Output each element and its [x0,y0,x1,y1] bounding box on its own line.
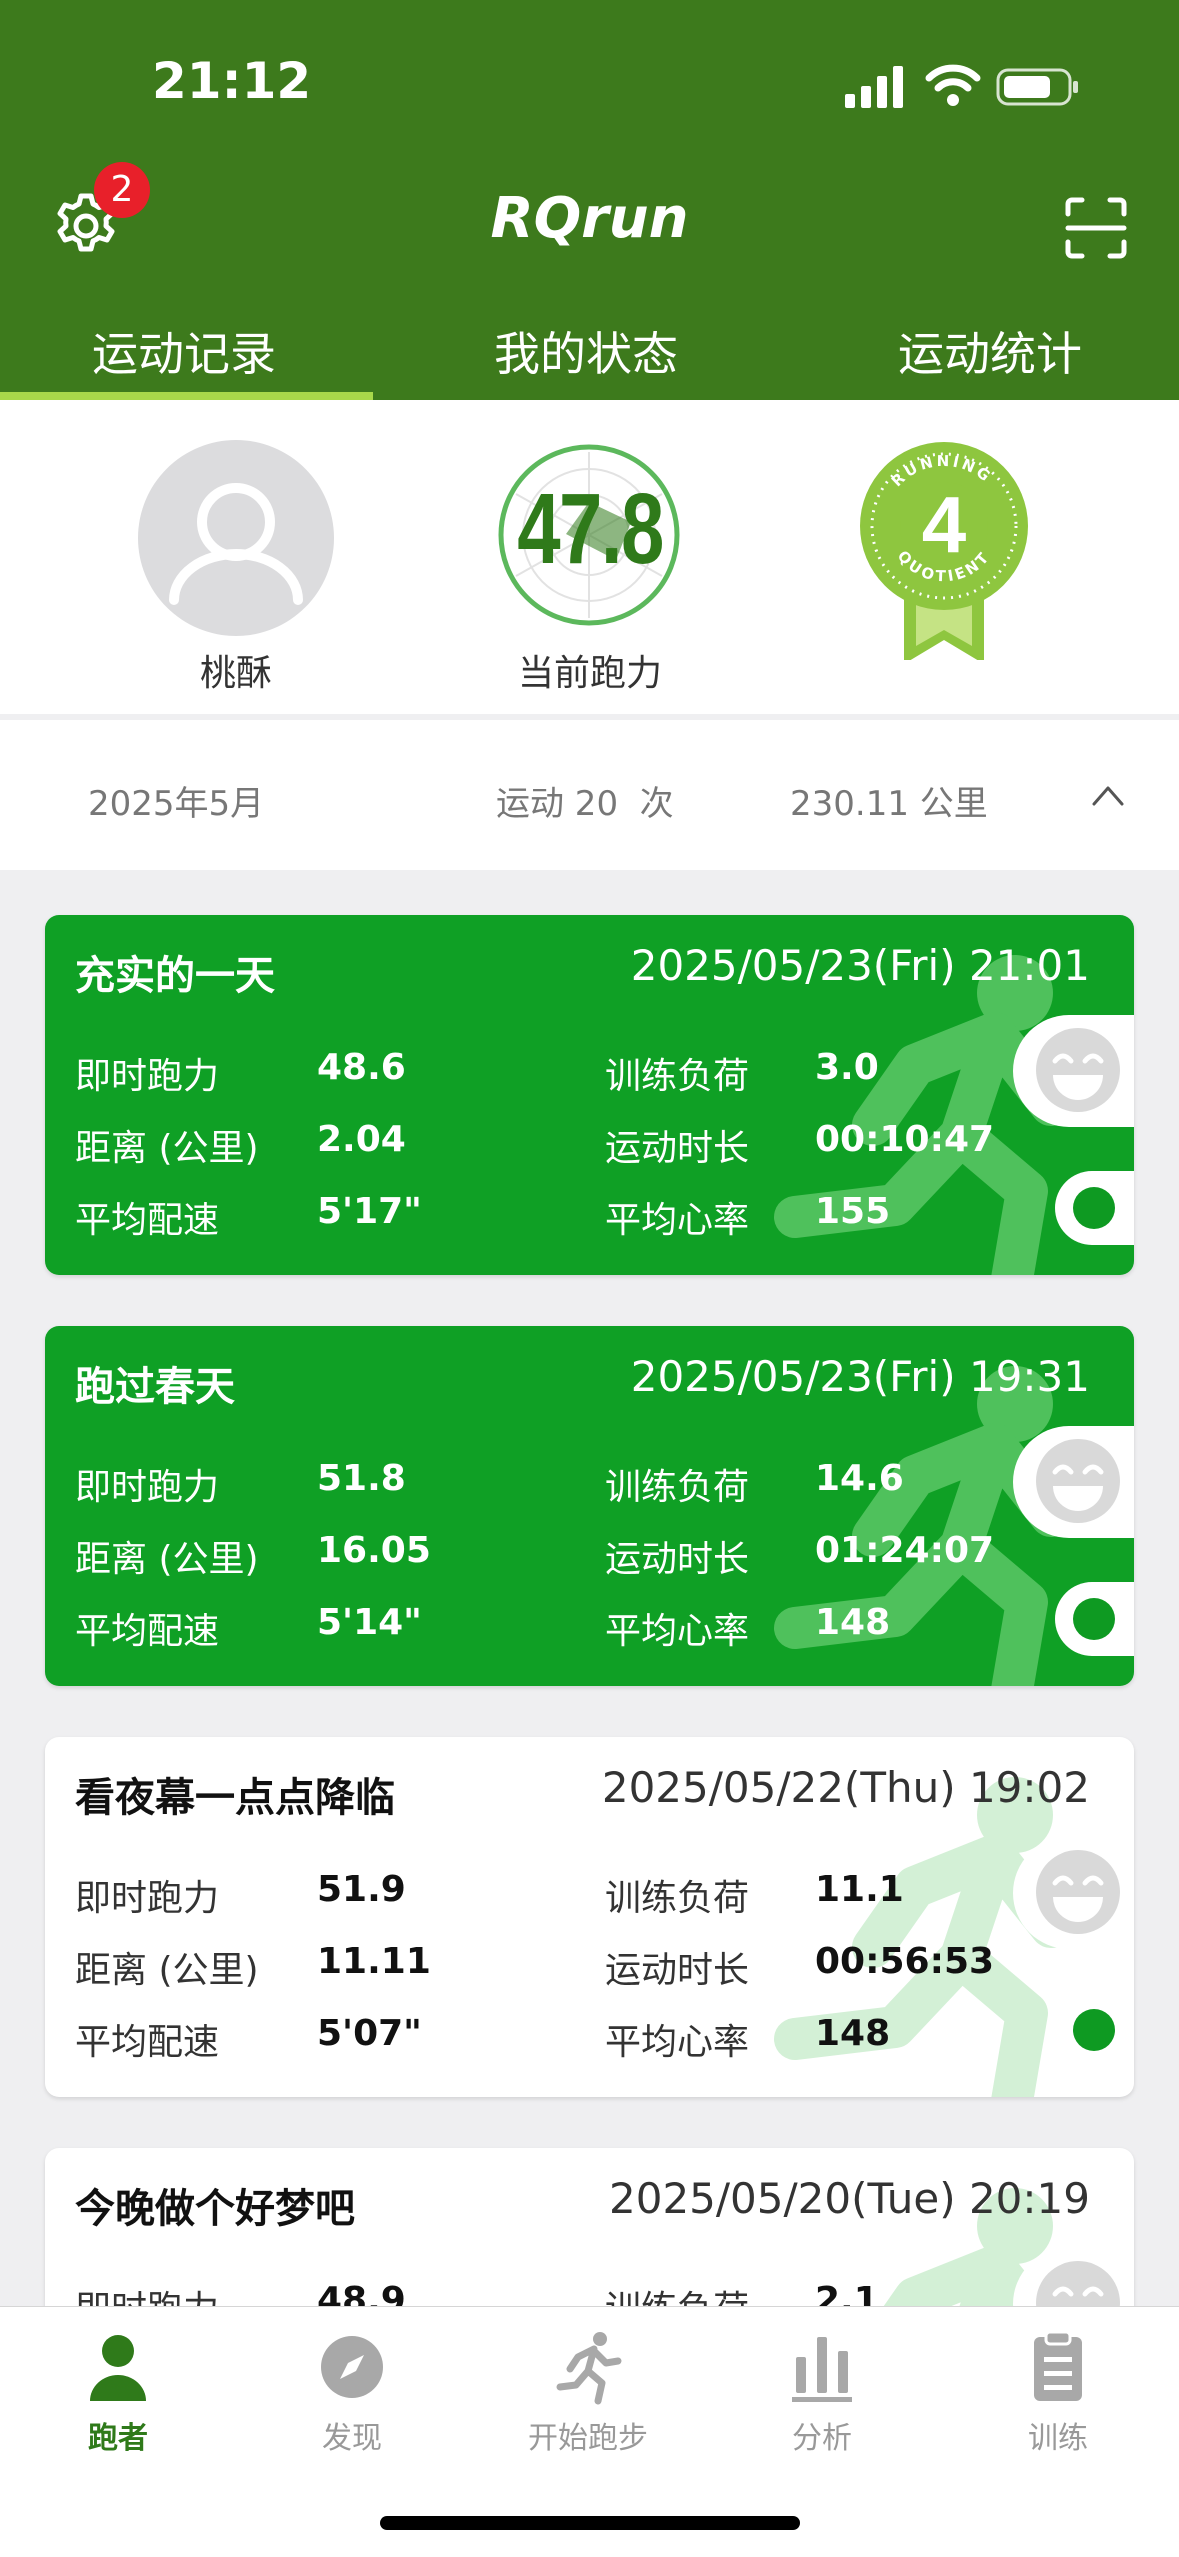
app-title: RQrun [490,186,689,251]
summary-distance: 230.11 公里 [790,784,988,824]
smiley-face-icon [1036,1439,1120,1523]
metric-label-hr: 平均心率 [605,1611,750,1652]
metric-value-pace: 5'07" [317,2013,422,2054]
metric-label-power: 即时跑力 [75,1467,220,1508]
rq-level: 4 [922,480,967,569]
record-date: 2025/05/23(Fri) 19:31 [630,1352,1090,1401]
record-title: 充实的一天 [75,953,275,999]
record-card[interactable]: 看夜幕一点点降临 2025/05/22(Thu) 19:02 即时跑力 51.9 训练负… [45,1737,1134,2097]
record-date: 2025/05/20(Tue) 20:19 [609,2174,1090,2223]
tab-exercise-records[interactable]: 运动记录 [92,318,276,384]
current-power-value: 47.8 [517,473,664,585]
summary-count: 运动 20 次 [496,784,674,824]
record-toggle-dot [1073,1187,1115,1229]
cellular-signal-icon [845,66,903,108]
bar-chart-icon [792,2337,852,2402]
metric-label-pace: 平均配速 [75,2022,220,2063]
metric-value-distance: 11.11 [317,1941,431,1982]
metric-label-hr: 平均心率 [605,2022,750,2063]
metric-label-load: 训练负荷 [605,1056,750,1097]
metric-value-power: 48.6 [317,1047,406,1088]
avatar[interactable] [138,440,334,636]
active-tab-indicator [0,392,373,400]
metric-value-load: 11.1 [815,1869,904,1910]
metric-label-hr: 平均心率 [605,1200,750,1241]
metric-label-load: 训练负荷 [605,1878,750,1919]
metric-value-power: 51.8 [317,1458,406,1499]
metric-value-duration: 01:24:07 [815,1530,995,1571]
metric-value-hr: 155 [815,1191,891,1232]
nav-discover-label: 发现 [322,2421,382,2456]
user-name: 桃酥 [199,653,272,694]
record-toggle-dot [1073,2009,1115,2051]
metric-label-duration: 运动时长 [605,1539,750,1580]
current-power-label: 当前跑力 [517,653,662,694]
runner-person-icon [90,2335,146,2401]
home-indicator [380,2516,800,2530]
metric-label-power: 即时跑力 [75,1878,220,1919]
status-time: 21:12 [152,52,312,110]
record-title: 跑过春天 [75,1364,235,1410]
nav-training[interactable]: 训练 [968,2327,1148,2457]
nav-training-label: 训练 [1028,2421,1088,2456]
metric-label-power: 即时跑力 [75,1056,220,1097]
metric-value-load: 3.0 [815,1047,879,1088]
smiley-face-icon [1036,1028,1120,1112]
metric-label-distance: 距离 (公里) [75,1950,259,1991]
user-avatar-icon [169,483,303,605]
wifi-icon [925,64,981,106]
record-date: 2025/05/22(Thu) 19:02 [601,1763,1090,1812]
metric-value-duration: 00:10:47 [815,1119,995,1160]
nav-runner[interactable]: 跑者 [28,2327,208,2457]
record-card[interactable]: 跑过春天 2025/05/23(Fri) 19:31 即时跑力 51.8 训练负荷 14.… [45,1326,1134,1686]
metric-value-hr: 148 [815,1602,891,1643]
record-title: 今晚做个好梦吧 [75,2186,355,2232]
compass-icon [321,2336,383,2398]
tab-my-status[interactable]: 我的状态 [494,318,678,384]
chevron-up-icon[interactable] [1090,782,1126,808]
metric-value-pace: 5'14" [317,1602,422,1643]
smiley-face-icon [1036,1850,1120,1934]
metric-value-distance: 16.05 [317,1530,431,1571]
tab-bar: 运动记录 我的状态 运动统计 [0,300,1179,400]
profile-strip: 桃酥 47.8 当前跑力 4 RUNNING QUOTIENT [0,400,1179,714]
summary-month: 2025年5月 [88,784,265,824]
metric-value-duration: 00:56:53 [815,1941,995,1982]
nav-runner-label: 跑者 [88,2421,148,2456]
record-toggle-dot [1073,1598,1115,1640]
metric-label-pace: 平均配速 [75,1200,220,1241]
metric-label-distance: 距离 (公里) [75,1539,259,1580]
record-card[interactable]: 充实的一天 2025/05/23(Fri) 21:01 即时跑力 48.6 训练负荷 3.… [45,915,1134,1275]
month-summary[interactable]: 2025年5月 运动 20 次 230.11 公里 [0,720,1179,870]
battery-icon [996,68,1078,106]
app-header: 21:12 2 RQrun 运动记录 我的状态 运动统计 [0,0,1179,400]
metric-value-distance: 2.04 [317,1119,406,1160]
metric-label-load: 训练负荷 [605,1467,750,1508]
record-date: 2025/05/23(Fri) 21:01 [630,941,1090,990]
tab-exercise-stats[interactable]: 运动统计 [898,318,1082,384]
metric-value-hr: 148 [815,2013,891,2054]
metric-value-load: 14.6 [815,1458,904,1499]
record-title: 看夜幕一点点降临 [75,1775,395,1821]
metric-label-distance: 距离 (公里) [75,1128,259,1169]
metric-label-duration: 运动时长 [605,1128,750,1169]
metric-value-pace: 5'17" [317,1191,422,1232]
nav-discover[interactable]: 发现 [262,2327,442,2457]
nav-start-run[interactable]: 开始跑步 [498,2327,678,2457]
nav-analysis-label: 分析 [792,2421,852,2456]
running-icon [556,2332,622,2405]
metric-label-duration: 运动时长 [605,1950,750,1991]
scan-icon[interactable] [1064,196,1128,260]
clipboard-icon [1034,2330,1082,2401]
nav-analysis[interactable]: 分析 [732,2327,912,2457]
metric-label-pace: 平均配速 [75,1611,220,1652]
running-quotient-badge-icon[interactable]: 4 RUNNING QUOTIENT [858,440,1030,660]
metric-value-power: 51.9 [317,1869,406,1910]
nav-start-run-label: 开始跑步 [528,2421,648,2456]
